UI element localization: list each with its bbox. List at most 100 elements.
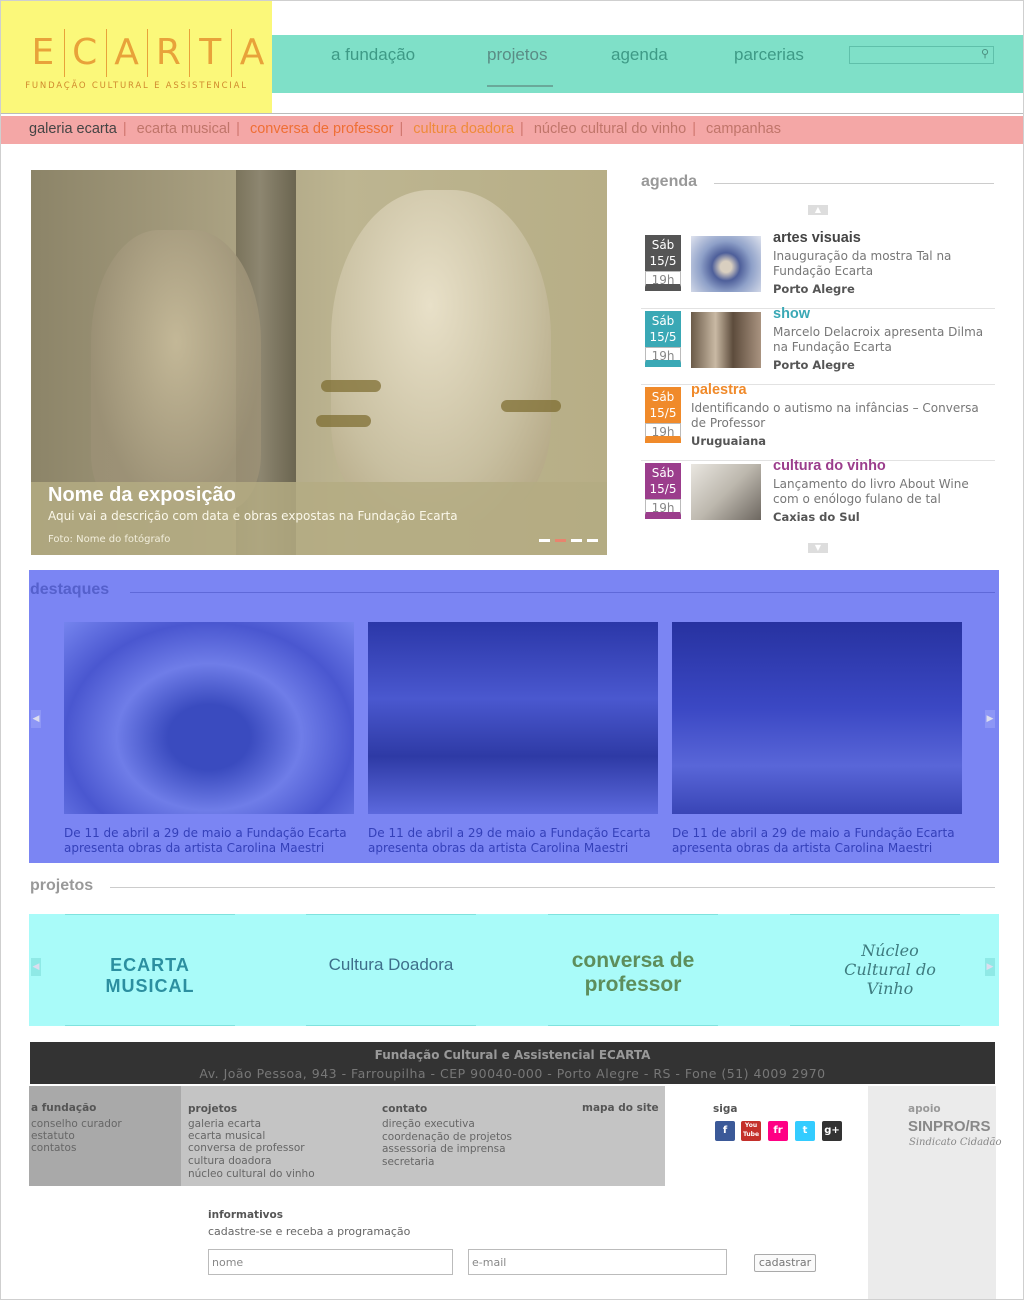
logo-nucleo-cultural-do-vinho[interactable]: Núcleo Cultural do Vinho — [790, 914, 960, 1026]
event-thumbnail[interactable] — [691, 312, 761, 368]
destaque-card[interactable]: De 11 de abril a 29 de maio a Fundação E… — [672, 622, 962, 856]
agenda-title-line — [714, 183, 994, 184]
event-category[interactable]: cultura do vinho — [773, 458, 886, 474]
ecarta-logo[interactable]: E C A R T A FUNDAÇÃO CULTURAL E ASSISTEN… — [1, 1, 272, 113]
footer-heading-contato[interactable]: contato — [382, 1103, 427, 1115]
event-date-badge: Sáb 15/5 19h — [645, 235, 681, 291]
footer-link[interactable]: assessoria de imprensa — [382, 1143, 506, 1156]
hero-sculpture-right — [331, 190, 551, 520]
logo-conversa-de-professor[interactable]: conversa de professor — [548, 914, 718, 1026]
footer-link[interactable]: conselho curador — [31, 1118, 122, 1131]
agenda-event[interactable]: Sáb 15/5 19h cultura do vinho Lançamento… — [641, 458, 995, 537]
youtube-icon[interactable]: You Tube — [741, 1121, 761, 1141]
logo-letter: A — [107, 29, 149, 77]
facebook-icon[interactable]: f — [715, 1121, 735, 1141]
event-date-badge: Sáb 15/5 19h — [645, 463, 681, 519]
destaques-section: destaques ◀ ▶ De 11 de abril a 29 de mai… — [29, 570, 999, 863]
subnav-nucleo-cultural-do-vinho[interactable]: núcleo cultural do vinho — [534, 121, 686, 137]
slider-dot-active[interactable] — [555, 539, 566, 542]
subnav-galeria-ecarta[interactable]: galeria ecarta — [29, 121, 117, 137]
event-time: 19h — [645, 271, 681, 287]
event-date: 15/5 — [649, 482, 677, 496]
event-thumbnail[interactable] — [691, 236, 761, 292]
sinpro-logo[interactable]: SINPRO/RS — [908, 1118, 991, 1135]
projetos-next-icon[interactable]: ▶ — [985, 958, 995, 976]
google-plus-icon[interactable]: g+ — [822, 1121, 842, 1141]
agenda-event[interactable]: Sáb 15/5 19h show Marcelo Delacroix apre… — [641, 306, 995, 385]
slider-dot[interactable] — [571, 539, 582, 542]
subnav-ecarta-musical[interactable]: ecarta musical — [137, 121, 230, 137]
footer-link[interactable]: contatos — [31, 1142, 76, 1155]
footer-link[interactable]: direção executiva — [382, 1118, 475, 1131]
event-category[interactable]: show — [773, 306, 810, 322]
event-day: Sáb — [651, 390, 675, 404]
logo-letter: E — [23, 29, 65, 77]
destaque-card[interactable]: De 11 de abril a 29 de maio a Fundação E… — [64, 622, 354, 856]
footer-heading-projetos[interactable]: projetos — [188, 1103, 237, 1115]
event-thumbnail[interactable] — [691, 464, 761, 520]
nav-agenda[interactable]: agenda — [611, 45, 668, 65]
logo-letter: T — [190, 29, 233, 77]
footer-heading-mapa-do-site[interactable]: mapa do site — [582, 1102, 659, 1114]
destaque-image[interactable] — [64, 622, 354, 814]
search-input[interactable]: ⚲ — [849, 46, 994, 64]
subnav-cultura-doadora[interactable]: cultura doadora — [413, 121, 514, 137]
carousel-next-icon[interactable]: ▶ — [985, 710, 995, 728]
footer-address: Av. João Pessoa, 943 - Farroupilha - CEP… — [199, 1066, 826, 1081]
logo-cultura-doadora[interactable]: Cultura Doadora — [306, 914, 476, 1026]
subnav-campanhas[interactable]: campanhas — [706, 121, 781, 137]
agenda-title: agenda — [641, 173, 698, 190]
footer-link[interactable]: ecarta musical — [188, 1130, 265, 1143]
slider-dot[interactable] — [587, 539, 598, 542]
agenda-event[interactable]: Sáb 15/5 19h palestra Identificando o au… — [641, 382, 995, 461]
projetos-section: ◀ ▶ ECARTA MUSICAL Cultura Doadora conve… — [29, 914, 999, 1026]
agenda-event[interactable]: Sáb 15/5 19h artes visuais Inauguração d… — [641, 230, 995, 309]
logo-ecarta-musical[interactable]: ECARTA MUSICAL — [65, 914, 235, 1026]
projetos-prev-icon[interactable]: ◀ — [31, 958, 41, 976]
destaque-image[interactable] — [368, 622, 658, 814]
newsletter-subtitle: cadastre-se e receba a programação — [208, 1225, 411, 1238]
newsletter-email-input[interactable]: e-mail — [468, 1249, 727, 1275]
subnav-conversa-de-professor[interactable]: conversa de professor — [250, 121, 393, 137]
footer-link[interactable]: conversa de professor — [188, 1142, 305, 1155]
footer-link[interactable]: secretaria — [382, 1156, 434, 1169]
logo-label: conversa de professor — [571, 949, 695, 996]
main-nav: a fundação projetos agenda parcerias ⚲ — [272, 35, 1023, 93]
flickr-icon[interactable]: fr — [768, 1121, 788, 1141]
nav-projetos[interactable]: projetos — [487, 45, 547, 65]
twitter-icon[interactable]: t — [795, 1121, 815, 1141]
footer-link[interactable]: cultura doadora — [188, 1155, 272, 1168]
newsletter-name-input[interactable]: nome — [208, 1249, 453, 1275]
header-divider — [1, 113, 1023, 114]
newsletter-title: informativos — [208, 1209, 283, 1221]
destaque-text[interactable]: De 11 de abril a 29 de maio a Fundação E… — [672, 826, 962, 856]
destaque-card[interactable]: De 11 de abril a 29 de maio a Fundação E… — [368, 622, 658, 856]
nav-a-fundacao[interactable]: a fundação — [331, 45, 415, 65]
event-category[interactable]: palestra — [691, 382, 747, 398]
destaque-text[interactable]: De 11 de abril a 29 de maio a Fundação E… — [64, 826, 354, 856]
event-category[interactable]: artes visuais — [773, 230, 861, 246]
footer-link[interactable]: estatuto — [31, 1130, 75, 1143]
hero-title[interactable]: Nome da exposição — [48, 484, 236, 507]
nav-parcerias[interactable]: parcerias — [734, 45, 804, 65]
destaque-image[interactable] — [672, 622, 962, 814]
destaque-text[interactable]: De 11 de abril a 29 de maio a Fundação E… — [368, 826, 658, 856]
event-location: Porto Alegre — [773, 282, 855, 296]
carousel-prev-icon[interactable]: ◀ — [31, 710, 41, 728]
slider-dot[interactable] — [539, 539, 550, 542]
footer-heading-fundacao[interactable]: a fundação — [31, 1102, 96, 1114]
newsletter-submit-button[interactable]: cadastrar — [754, 1254, 816, 1272]
destaques-title: destaques — [30, 581, 110, 598]
sinpro-logo-subtitle: Sindicato Cidadão — [909, 1137, 1002, 1148]
event-description: Marcelo Delacroix apresenta Dilma na Fun… — [773, 325, 984, 354]
hero-slider[interactable]: Nome da exposição Aqui vai a descrição c… — [31, 170, 607, 555]
scroll-up-icon[interactable]: ▲ — [808, 205, 828, 215]
scroll-down-icon[interactable]: ▼ — [808, 543, 828, 553]
event-time: 19h — [645, 499, 681, 515]
logo-subtitle: FUNDAÇÃO CULTURAL E ASSISTENCIAL — [25, 81, 248, 91]
page: E C A R T A FUNDAÇÃO CULTURAL E ASSISTEN… — [0, 0, 1024, 1300]
search-icon[interactable]: ⚲ — [981, 47, 989, 60]
footer-link[interactable]: galeria ecarta — [188, 1118, 261, 1131]
footer-link[interactable]: coordenação de projetos — [382, 1131, 512, 1144]
footer-link[interactable]: núcleo cultural do vinho — [188, 1168, 315, 1181]
